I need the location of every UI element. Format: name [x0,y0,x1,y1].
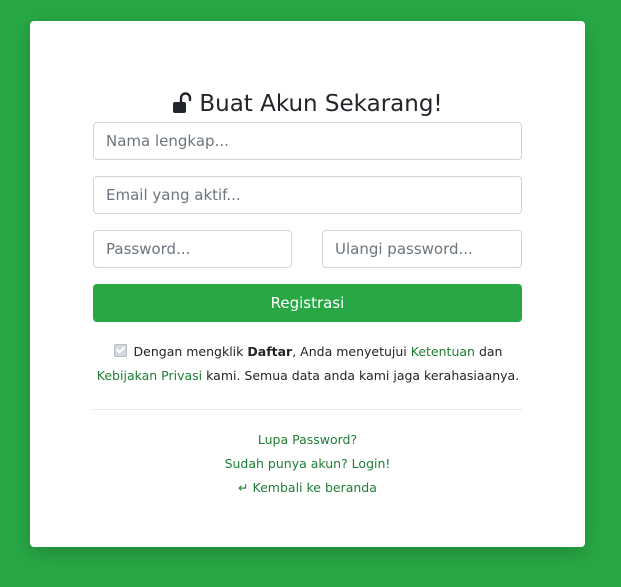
terms-suffix: kami. Semua data anda kami jaga kerahasi… [206,368,520,383]
unlock-icon [172,92,192,122]
terms-and: dan [478,344,503,359]
page-title: Buat Akun Sekarang! [30,89,585,122]
terms-link[interactable]: Ketentuan [411,344,475,359]
registration-card: Buat Akun Sekarang! Registrasi Dengan me… [30,21,585,547]
return-arrow-icon: ↵ [238,480,249,495]
back-home-link[interactable]: ↵ Kembali ke beranda [238,480,377,495]
terms-prefix: Dengan mengklik [133,344,244,359]
terms-agreement: Dengan mengklik Daftar, Anda menyetujui … [88,340,528,388]
forgot-password-link[interactable]: Lupa Password? [258,432,357,447]
repeat-password-input[interactable] [322,230,522,268]
login-link[interactable]: Sudah punya akun? Login! [225,456,391,471]
terms-middle: , Anda menyetujui [292,344,407,359]
forgot-password-link-row: Lupa Password? [30,431,585,449]
login-link-row: Sudah punya akun? Login! [30,455,585,473]
register-button[interactable]: Registrasi [93,284,522,322]
terms-bold-label: Daftar [247,344,293,359]
privacy-link[interactable]: Kebijakan Privasi [97,368,202,383]
page-title-text: Buat Akun Sekarang! [199,91,443,117]
password-input[interactable] [93,230,292,268]
back-home-label: Kembali ke beranda [252,480,377,495]
divider [93,409,522,410]
terms-checkbox[interactable] [113,344,127,357]
back-home-link-row: ↵ Kembali ke beranda [30,479,585,497]
full-name-input[interactable] [93,122,522,160]
email-input[interactable] [93,176,522,214]
